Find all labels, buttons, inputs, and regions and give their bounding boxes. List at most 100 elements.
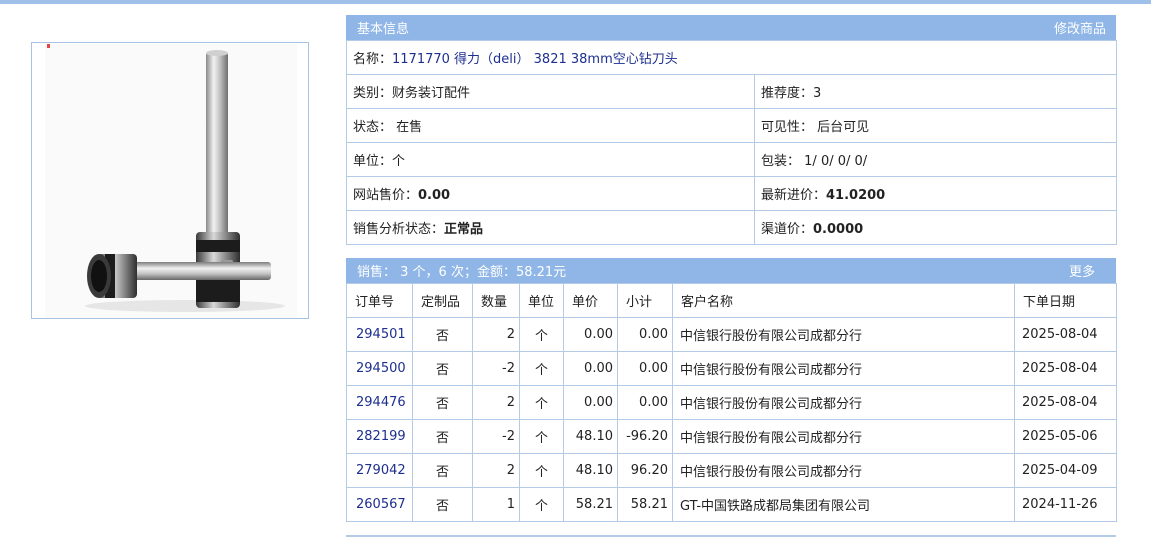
sales-status-label: 销售分析状态： bbox=[353, 222, 445, 237]
info-row-category: 类别：财务装订配件 推荐度：3 bbox=[346, 74, 1117, 109]
custom-cell: 否 bbox=[412, 317, 473, 352]
top-accent-bar bbox=[0, 0, 1151, 4]
unit-value: 个 bbox=[392, 154, 406, 169]
product-name-label: 名称： bbox=[353, 52, 393, 67]
col-custom: 定制品 bbox=[412, 283, 473, 318]
table-row: 279042 否 2 个 48.10 96.20 中信银行股份有限公司成都分行 … bbox=[346, 453, 1117, 488]
subtotal-cell: 0.00 bbox=[617, 385, 673, 420]
category-value: 财务装订配件 bbox=[392, 86, 471, 101]
customer-cell: 中信银行股份有限公司成都分行 bbox=[672, 453, 1015, 488]
col-subtotal: 小计 bbox=[617, 283, 673, 318]
col-unit: 单位 bbox=[519, 283, 564, 318]
unit-label: 单位： bbox=[353, 154, 393, 169]
visibility-value: 后台可见 bbox=[817, 120, 870, 135]
basic-info-panel: 基本信息 修改商品 名称：1171770 得力（deli） 3821 38mm空… bbox=[346, 15, 1117, 245]
category-label: 类别： bbox=[353, 86, 393, 101]
subtotal-cell: 0.00 bbox=[617, 317, 673, 352]
table-row: 260567 否 1 个 58.21 58.21 GT-中国铁路成都局集团有限公… bbox=[346, 487, 1117, 522]
table-row: 294501 否 2 个 0.00 0.00 中信银行股份有限公司成都分行 20… bbox=[346, 317, 1117, 352]
unit-cell: 个 bbox=[519, 453, 564, 488]
unit-cell: 个 bbox=[519, 487, 564, 522]
channel-price-cell: 渠道价：0.0000 bbox=[754, 210, 1117, 245]
sales-summary: 销售： 3 个，6 次；金额：58.21元 bbox=[357, 265, 567, 280]
custom-cell: 否 bbox=[412, 453, 473, 488]
product-name-cell: 名称：1171770 得力（deli） 3821 38mm空心钻刀头 bbox=[346, 40, 1117, 75]
latest-cost-cell: 最新进价：41.0200 bbox=[754, 176, 1117, 211]
customer-cell: 中信银行股份有限公司成都分行 bbox=[672, 419, 1015, 454]
order-link[interactable]: 294476 bbox=[346, 385, 413, 420]
order-link[interactable]: 294500 bbox=[346, 351, 413, 386]
date-cell: 2025-08-04 bbox=[1014, 385, 1117, 420]
price-cell: 48.10 bbox=[563, 453, 618, 488]
sales-table: 订单号 定制品 数量 单位 单价 小计 客户名称 下单日期 294501 否 2… bbox=[346, 283, 1117, 522]
unit-cell: 个 bbox=[519, 351, 564, 386]
unit-cell: 单位：个 bbox=[346, 142, 755, 177]
date-cell: 2024-11-26 bbox=[1014, 487, 1117, 522]
customer-cell: 中信银行股份有限公司成都分行 bbox=[672, 385, 1015, 420]
info-row-name: 名称：1171770 得力（deli） 3821 38mm空心钻刀头 bbox=[346, 40, 1117, 75]
red-corner-mark bbox=[47, 44, 50, 48]
site-price-label: 网站售价： bbox=[353, 188, 419, 203]
order-link[interactable]: 279042 bbox=[346, 453, 413, 488]
qty-cell: 2 bbox=[472, 453, 520, 488]
site-price-cell: 网站售价：0.00 bbox=[346, 176, 755, 211]
info-row-price: 网站售价：0.00 最新进价：41.0200 bbox=[346, 176, 1117, 211]
price-cell: 0.00 bbox=[563, 351, 618, 386]
info-row-unit: 单位：个 包装： 1/ 0/ 0/ 0/ bbox=[346, 142, 1117, 177]
info-row-status: 状态： 在售 可见性： 后台可见 bbox=[346, 108, 1117, 143]
recommend-label: 推荐度： bbox=[761, 86, 814, 101]
col-order-no: 订单号 bbox=[346, 283, 413, 318]
order-link[interactable]: 282199 bbox=[346, 419, 413, 454]
edit-product-link[interactable]: 修改商品 bbox=[1054, 18, 1106, 37]
subtotal-cell: -96.20 bbox=[617, 419, 673, 454]
price-cell: 0.00 bbox=[563, 317, 618, 352]
latest-cost-label: 最新进价： bbox=[761, 188, 827, 203]
more-sales-link[interactable]: 更多 bbox=[1069, 261, 1095, 280]
unit-cell: 个 bbox=[519, 419, 564, 454]
qty-cell: 2 bbox=[472, 317, 520, 352]
info-row-sales-status: 销售分析状态：正常品 渠道价：0.0000 bbox=[346, 210, 1117, 245]
subtotal-cell: 96.20 bbox=[617, 453, 673, 488]
table-row: 294476 否 2 个 0.00 0.00 中信银行股份有限公司成都分行 20… bbox=[346, 385, 1117, 420]
price-cell: 0.00 bbox=[563, 385, 618, 420]
visibility-cell: 可见性： 后台可见 bbox=[754, 108, 1117, 143]
sales-header: 销售： 3 个，6 次；金额：58.21元 更多 bbox=[346, 258, 1116, 283]
custom-cell: 否 bbox=[412, 351, 473, 386]
table-row: 294500 否 -2 个 0.00 0.00 中信银行股份有限公司成都分行 2… bbox=[346, 351, 1117, 386]
date-cell: 2025-08-04 bbox=[1014, 317, 1117, 352]
sales-panel: 销售： 3 个，6 次；金额：58.21元 更多 订单号 定制品 数量 单位 单… bbox=[346, 258, 1117, 522]
sales-header-row: 订单号 定制品 数量 单位 单价 小计 客户名称 下单日期 bbox=[346, 283, 1117, 318]
date-cell: 2025-04-09 bbox=[1014, 453, 1117, 488]
package-value: 1/ 0/ 0/ 0/ bbox=[804, 154, 868, 169]
customer-cell: GT-中国铁路成都局集团有限公司 bbox=[672, 487, 1015, 522]
category-cell: 类别：财务装订配件 bbox=[346, 74, 755, 109]
drill-bit-illustration bbox=[85, 50, 285, 312]
product-name-value[interactable]: 1171770 得力（deli） 3821 38mm空心钻刀头 bbox=[392, 52, 678, 67]
product-image-canvas bbox=[45, 44, 297, 318]
custom-cell: 否 bbox=[412, 419, 473, 454]
qty-cell: 2 bbox=[472, 385, 520, 420]
basic-info-title: 基本信息 bbox=[357, 22, 410, 37]
unit-cell: 个 bbox=[519, 317, 564, 352]
date-cell: 2025-08-04 bbox=[1014, 351, 1117, 386]
custom-cell: 否 bbox=[412, 385, 473, 420]
channel-price-label: 渠道价： bbox=[761, 222, 814, 237]
status-value: 在售 bbox=[396, 120, 423, 135]
table-row: 282199 否 -2 个 48.10 -96.20 中信银行股份有限公司成都分… bbox=[346, 419, 1117, 454]
sales-status-value: 正常品 bbox=[444, 222, 484, 237]
customer-cell: 中信银行股份有限公司成都分行 bbox=[672, 351, 1015, 386]
channel-price-value: 0.0000 bbox=[813, 222, 864, 237]
qty-cell: -2 bbox=[472, 419, 520, 454]
latest-cost-value: 41.0200 bbox=[826, 188, 886, 203]
package-label: 包装： bbox=[761, 154, 801, 169]
order-link[interactable]: 294501 bbox=[346, 317, 413, 352]
custom-cell: 否 bbox=[412, 487, 473, 522]
status-cell: 状态： 在售 bbox=[346, 108, 755, 143]
basic-info-table: 名称：1171770 得力（deli） 3821 38mm空心钻刀头 类别：财务… bbox=[346, 40, 1117, 245]
qty-cell: 1 bbox=[472, 487, 520, 522]
col-qty: 数量 bbox=[472, 283, 520, 318]
customer-cell: 中信银行股份有限公司成都分行 bbox=[672, 317, 1015, 352]
subtotal-cell: 58.21 bbox=[617, 487, 673, 522]
visibility-label: 可见性： bbox=[761, 120, 814, 135]
order-link[interactable]: 260567 bbox=[346, 487, 413, 522]
